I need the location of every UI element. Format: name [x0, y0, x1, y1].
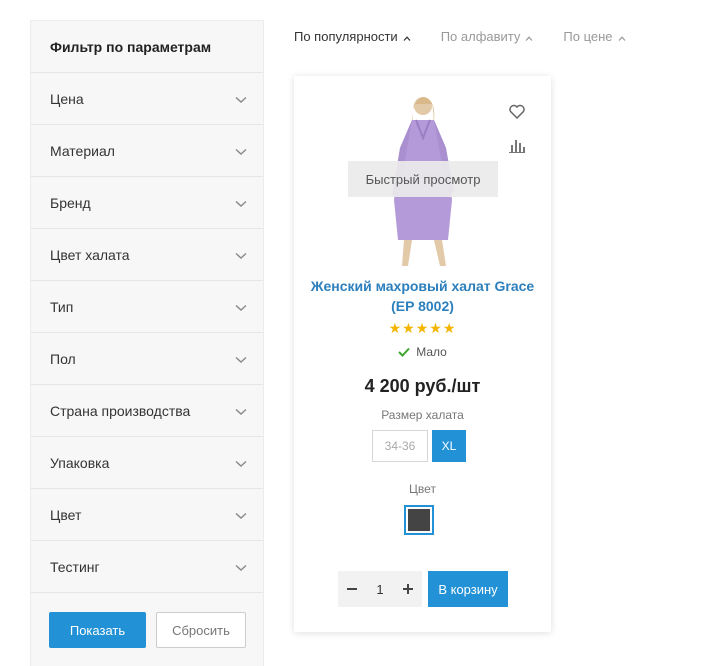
filter-item[interactable]: Тип [31, 281, 263, 333]
chevron-down-icon [235, 403, 247, 419]
sort-option[interactable]: По алфавиту [441, 29, 534, 44]
color-swatch[interactable] [404, 505, 434, 535]
filter-actions: Показать Сбросить [31, 593, 263, 648]
reset-button[interactable]: Сбросить [156, 612, 246, 648]
chevron-down-icon [235, 299, 247, 315]
size-options: 34-36 XL [372, 430, 466, 462]
size-option[interactable]: XL [432, 430, 466, 462]
filter-item[interactable]: Цвет халата [31, 229, 263, 281]
size-label: Размер халата [381, 408, 464, 422]
filter-item-label: Упаковка [50, 454, 110, 471]
minus-icon[interactable] [338, 571, 366, 607]
check-icon [398, 347, 410, 357]
quantity-value[interactable]: 1 [376, 582, 383, 597]
color-label: Цвет [409, 482, 436, 496]
filter-item[interactable]: Цена [31, 73, 263, 125]
chevron-up-icon [398, 29, 411, 44]
filter-item[interactable]: Материал [31, 125, 263, 177]
show-button[interactable]: Показать [49, 612, 146, 648]
chevron-down-icon [235, 455, 247, 471]
filter-title: Фильтр по параметрам [31, 21, 263, 73]
rating-stars: ★★★★★ [294, 320, 551, 337]
sort-option-label: По алфавиту [440, 29, 521, 44]
bar-chart-icon[interactable] [509, 138, 525, 153]
quantity-stepper: 1 [338, 571, 422, 607]
add-to-cart-button[interactable]: В корзину [428, 571, 508, 607]
chevron-up-icon [520, 29, 533, 44]
star-icon: ★ [442, 320, 457, 336]
filter-item-label: Цвет халата [50, 246, 130, 263]
heart-icon[interactable] [509, 104, 525, 120]
filter-item-label: Страна производства [50, 402, 191, 419]
filter-item[interactable]: Упаковка [31, 437, 263, 489]
sort-option-label: По цене [563, 29, 613, 44]
size-option[interactable]: 34-36 [372, 430, 428, 462]
filter-item[interactable]: Пол [31, 333, 263, 385]
sort-option[interactable]: По цене [563, 29, 625, 44]
color-swatch-fill [408, 509, 430, 531]
chevron-down-icon [235, 559, 247, 575]
filter-item-label: Цвет [50, 506, 82, 523]
chevron-down-icon [235, 247, 247, 263]
product-card: Быстрый просмотр Женский махровый халат … [294, 76, 551, 632]
stock-status: Мало [294, 345, 551, 359]
filter-item[interactable]: Бренд [31, 177, 263, 229]
filter-item[interactable]: Тестинг [31, 541, 263, 593]
plus-icon[interactable] [394, 571, 422, 607]
filter-item-label: Цена [50, 90, 84, 107]
star-icon: ★ [388, 320, 403, 336]
product-price: 4 200 руб./шт [364, 376, 481, 396]
star-icon: ★ [415, 320, 430, 336]
chevron-up-icon [613, 29, 626, 44]
stock-label: Мало [416, 345, 447, 359]
filter-panel: Фильтр по параметрам Цена Материал Бренд Цв… [30, 20, 264, 666]
product-name[interactable]: Женский махровый халат Grace (EP 8002) [304, 276, 541, 316]
chevron-down-icon [235, 195, 247, 211]
filter-item-label: Тестинг [50, 558, 100, 575]
filter-item[interactable]: Цвет [31, 489, 263, 541]
sort-option[interactable]: По популярности [294, 29, 411, 44]
filter-item-label: Пол [50, 350, 76, 367]
quick-view-button[interactable]: Быстрый просмотр [348, 161, 498, 197]
filter-item-label: Тип [50, 298, 74, 315]
chevron-down-icon [235, 507, 247, 523]
star-icon: ★ [402, 320, 416, 336]
chevron-down-icon [235, 351, 247, 367]
sort-option-label: По популярности [294, 29, 398, 44]
chevron-down-icon [235, 91, 247, 107]
sort-bar: По популярности По алфавиту По цене [294, 29, 656, 44]
chevron-down-icon [235, 143, 247, 159]
star-icon: ★ [429, 320, 443, 336]
filter-item[interactable]: Страна производства [31, 385, 263, 437]
filter-item-label: Бренд [50, 194, 91, 211]
filter-item-label: Материал [50, 142, 115, 159]
